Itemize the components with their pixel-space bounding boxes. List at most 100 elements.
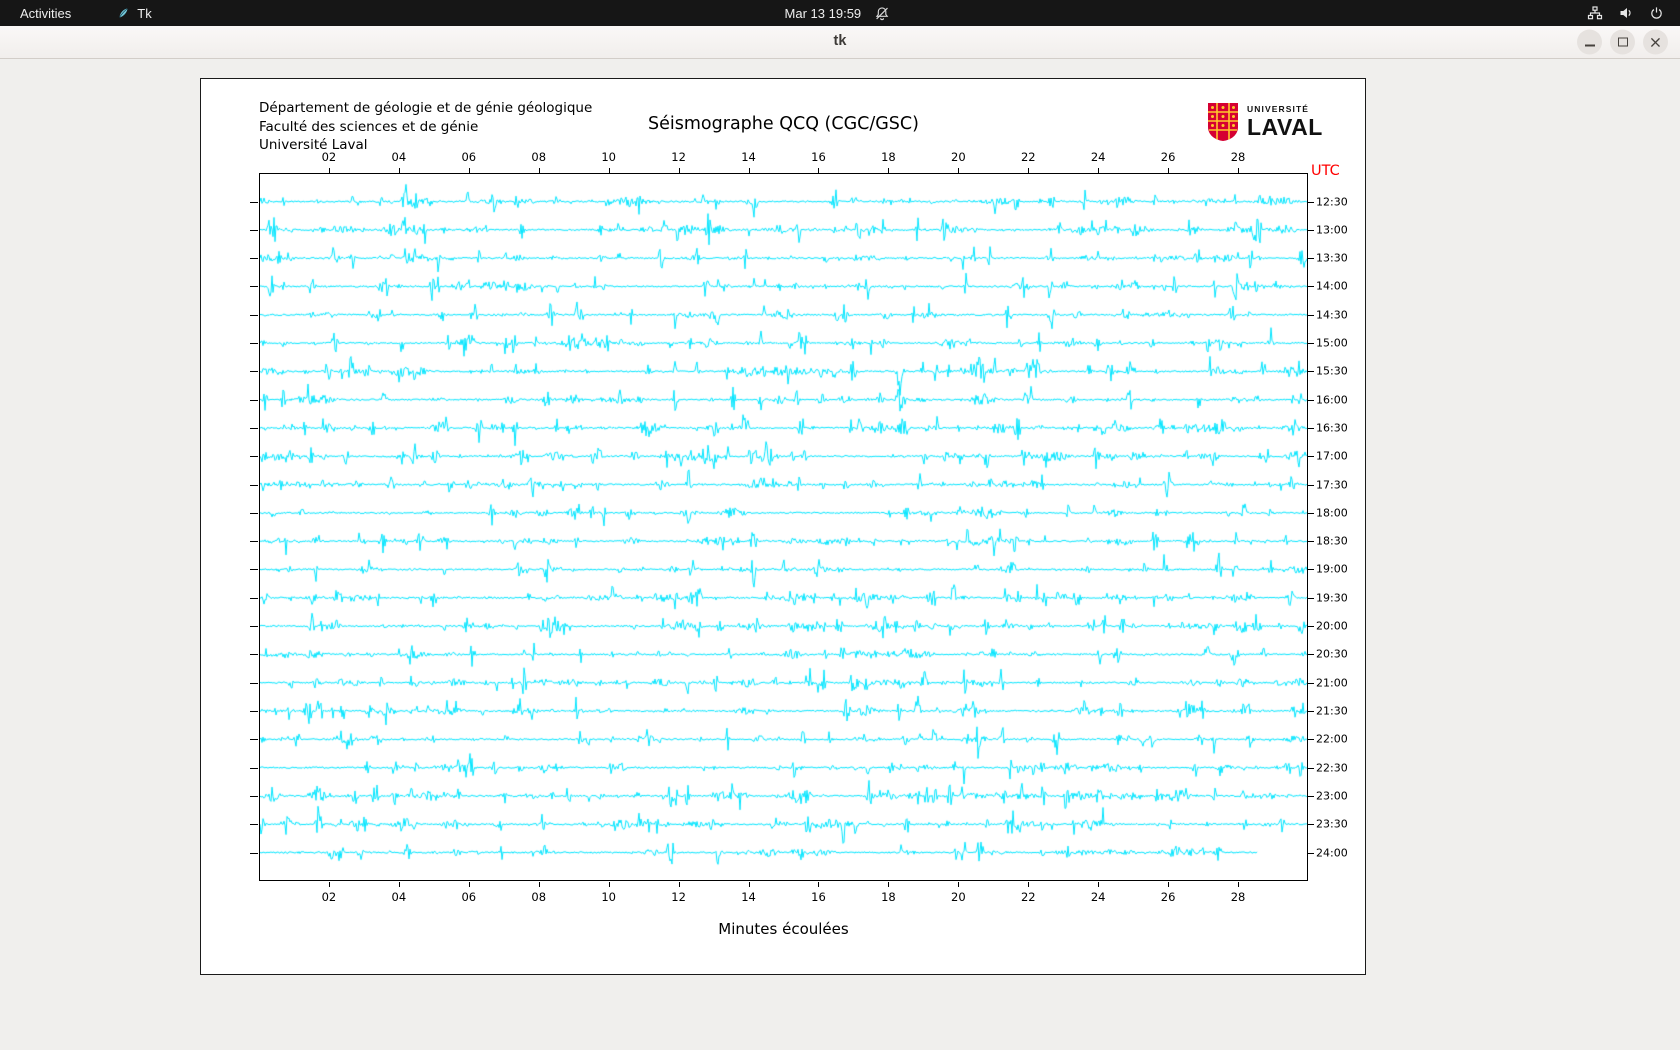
minute-tick-label: 12 [671,890,686,904]
minute-tick [888,882,890,887]
trace-tick-right [1308,286,1314,288]
power-icon [1651,6,1662,19]
trace-tick-left [250,314,258,316]
trace-tick-left [250,767,258,769]
minute-tick-label: 06 [461,150,477,164]
top-bar: Activities Tk Mar 13 19:59 [0,0,1680,26]
left-trace-ticks [250,173,259,881]
minute-tick [1028,168,1030,173]
minimize-button[interactable] [1577,29,1602,55]
minute-tick-label: 10 [601,150,616,164]
minute-tick-label: 06 [461,890,477,904]
trace-time-label: 14:00 [1316,279,1348,293]
trace-time-label: 15:30 [1316,364,1348,378]
app-name: Tk [137,5,152,21]
minute-tick [1098,882,1100,887]
trace-tick-right [1308,484,1314,486]
trace-time-label: 16:00 [1316,393,1348,407]
minute-tick-label: 04 [391,150,407,164]
focused-app-indicator[interactable]: Tk [111,0,157,26]
minute-tick [328,168,330,173]
minute-tick-label: 22 [1020,150,1036,164]
trace-tick-left [250,710,258,712]
trace-tick-right [1308,427,1314,429]
trace-time-label: 24:00 [1316,846,1348,859]
seismogram-traces [260,174,1307,880]
trace-tick-left [250,371,258,373]
trace-time-label: 13:30 [1316,251,1348,265]
trace-tick-left [250,286,258,288]
minute-tick-label: 02 [321,890,337,904]
clock: Mar 13 19:59 [784,5,862,21]
trace-time-label: 18:30 [1316,534,1348,548]
close-icon: × [1648,32,1663,51]
right-time-axis: 12:30 13:00 13:30 14:00 14:30 15:00 15:30 16:00… [1308,173,1366,881]
minute-tick [818,168,820,173]
trace-tick-right [1308,456,1314,458]
trace-tick-right [1308,597,1314,599]
trace-time-label: 12:30 [1316,195,1348,208]
window-titlebar[interactable]: tk × [0,26,1680,59]
minute-tick [608,882,610,887]
minute-tick-label: 12 [671,150,686,164]
minute-tick [748,882,750,887]
minute-tick-label: 10 [601,890,616,904]
trace-tick-left [250,229,258,231]
minute-tick [958,882,960,887]
minute-tick [818,882,820,887]
system-status-area[interactable] [1587,0,1680,26]
seismograph-panel: Département de géologie et de génie géol… [200,78,1366,975]
bottom-minute-axis: 02 04 06 08 10 12 14 16 18 20 22 24 26 28 [259,882,1308,908]
minute-tick [1028,882,1030,887]
activities-button[interactable]: Activities [14,0,77,26]
minute-tick [468,882,470,887]
trace-tick-right [1308,343,1314,345]
notifications-muted-icon [875,6,888,20]
minute-tick [538,882,540,887]
trace-time-label: 21:30 [1316,704,1348,718]
trace-tick-left [250,484,258,486]
trace-tick-right [1308,824,1314,826]
minute-tick-label: 20 [951,150,966,164]
plot-title: Séismographe QCQ (CGC/GSC) [648,114,919,134]
minute-tick-label: 14 [741,890,756,904]
minute-tick-label: 26 [1160,150,1176,164]
trace-time-label: 23:00 [1316,789,1348,803]
minute-tick [1238,168,1240,173]
volume-icon [1620,8,1631,18]
trace-tick-right [1308,371,1314,373]
minute-tick [538,168,540,173]
trace-tick-left [250,682,258,684]
minute-tick [328,882,330,887]
trace-tick-left [250,824,258,826]
minute-tick [678,882,680,887]
minute-tick [958,168,960,173]
trace-tick-left [250,343,258,345]
restore-button[interactable] [1610,29,1635,55]
minute-tick [748,168,750,173]
trace-time-label: 18:00 [1316,506,1348,520]
trace-time-label: 21:00 [1316,676,1348,690]
seismogram-plot [259,173,1308,881]
minute-tick-label: 28 [1230,150,1246,164]
restore-icon [1617,37,1628,47]
trace-tick-right [1308,767,1314,769]
clock-menu[interactable]: Mar 13 19:59 [785,0,890,26]
trace-tick-left [250,541,258,543]
trace-time-label: 20:30 [1316,647,1348,661]
window-title: tk [833,33,847,49]
close-button[interactable]: × [1643,29,1668,55]
network-icon [1587,6,1603,20]
trace-tick-right [1308,229,1314,231]
minute-tick [678,168,680,173]
trace-time-label: 22:00 [1316,732,1348,746]
trace-tick-right [1308,258,1314,260]
trace-tick-right [1308,314,1314,316]
minute-tick [468,168,470,173]
tk-feather-icon [119,7,129,18]
minute-tick [1168,168,1170,173]
trace-tick-right [1308,710,1314,712]
trace-tick-right [1308,682,1314,684]
minute-tick-label: 04 [391,890,407,904]
logo-small-text: UNIVERSITÉ [1247,103,1310,114]
